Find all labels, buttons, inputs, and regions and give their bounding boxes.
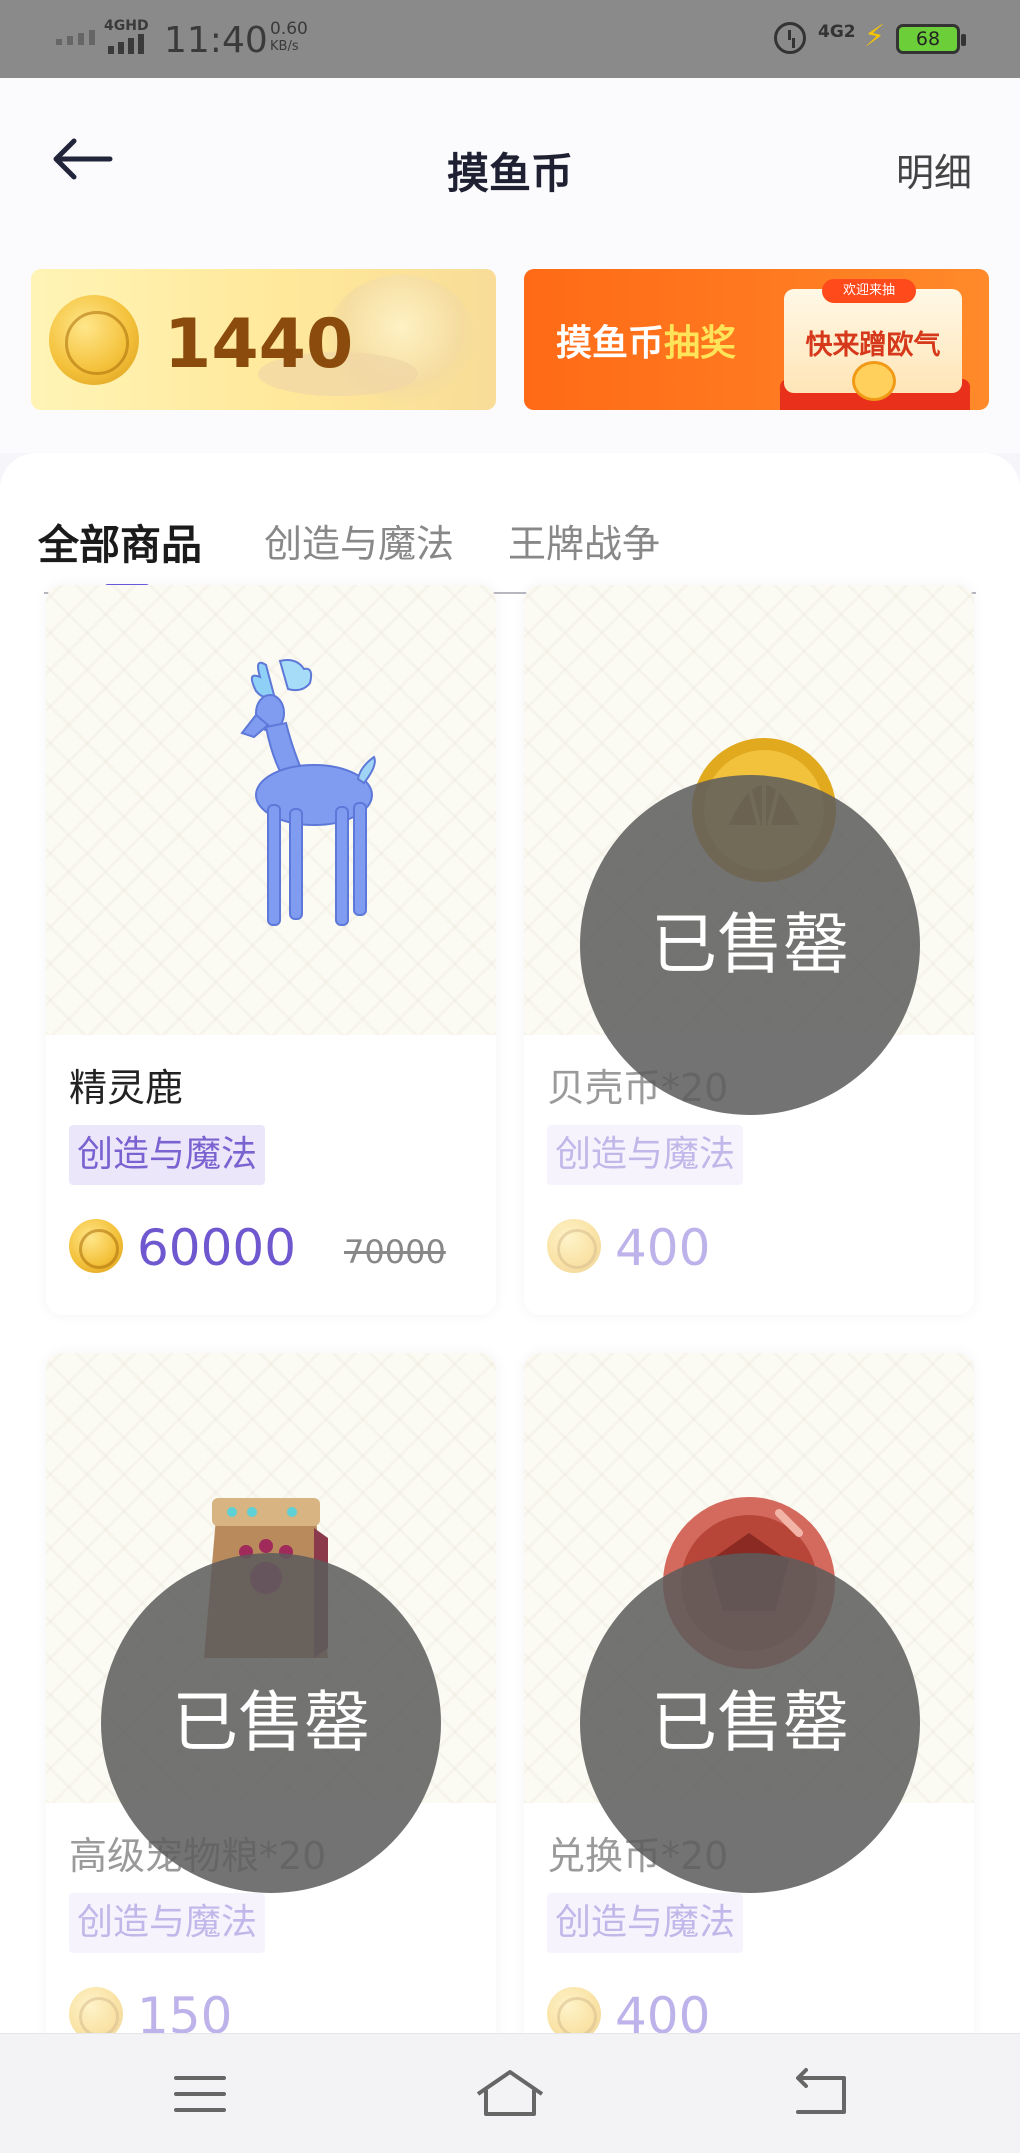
coin-balance: 1440 <box>164 305 354 384</box>
product-price: 400 <box>615 1987 711 2033</box>
coin-icon <box>69 1219 123 1273</box>
product-category-tag: 创造与魔法 <box>69 1125 266 1185</box>
lottery-title-part2: 抽奖 <box>664 323 737 364</box>
menu-button[interactable] <box>160 2064 240 2124</box>
banner-section: 1440 摸鱼币抽奖 欢迎来抽 快来蹭欧气 <box>0 228 1020 453</box>
product-original-price: 70000 <box>344 1233 446 1271</box>
product-price: 60000 <box>137 1219 297 1277</box>
product-section: 全部商品 创造与魔法 王牌战争 精灵鹿 创造与魔法 60000 70000 贝壳… <box>0 453 1020 2033</box>
product-category-tag: 创造与魔法 <box>547 1893 744 1953</box>
battery-indicator: 68 <box>896 24 966 54</box>
detail-link[interactable]: 明细 <box>896 142 972 197</box>
category-tabs: 全部商品 创造与魔法 王牌战争 <box>0 483 1020 594</box>
tab-ace-war[interactable]: 王牌战争 <box>508 513 660 568</box>
sold-out-badge: 已售罄 <box>580 1553 920 1893</box>
lottery-title: 摸鱼币抽奖 <box>556 314 736 366</box>
product-price: 400 <box>615 1219 711 1277</box>
lottery-card-text: 快来蹭欧气 <box>805 330 941 361</box>
coin-icon <box>547 1987 601 2033</box>
sold-out-badge: 已售罄 <box>101 1553 441 1893</box>
lottery-title-part1: 摸鱼币 <box>556 323 665 364</box>
tab-all-products[interactable]: 全部商品 <box>38 511 202 571</box>
alarm-icon <box>774 22 806 54</box>
charging-icon: ⚡ <box>864 19 886 54</box>
network-speed: 0.60 KB/s <box>270 20 308 56</box>
page-title: 摸鱼币 <box>446 149 573 198</box>
lottery-card: 欢迎来抽 快来蹭欧气 <box>784 279 962 401</box>
signal-icon-sim1 <box>56 30 95 45</box>
product-card[interactable]: 兑换币*20 创造与魔法 400 已售罄 <box>524 1353 974 2033</box>
system-nav-bar <box>0 2033 1020 2153</box>
lottery-card-tag: 欢迎来抽 <box>822 279 916 303</box>
menu-icon <box>174 2076 226 2112</box>
gift-icon <box>852 361 896 401</box>
network-type-right: 4G2 <box>818 22 856 42</box>
product-image <box>46 585 496 1035</box>
product-price: 150 <box>137 1987 233 2033</box>
product-category-tag: 创造与魔法 <box>69 1893 266 1953</box>
product-card[interactable]: 精灵鹿 创造与魔法 60000 70000 <box>46 585 496 1315</box>
network-speed-value: 0.60 <box>270 19 308 39</box>
sold-out-badge: 已售罄 <box>580 775 920 1115</box>
coin-icon <box>69 1987 123 2033</box>
product-card[interactable]: 高级宠物粮*20 创造与魔法 150 已售罄 <box>46 1353 496 2033</box>
balance-card: 1440 <box>31 269 496 410</box>
network-type: 4GHD <box>104 18 149 34</box>
return-icon <box>796 2068 846 2114</box>
tab-create-and-magic[interactable]: 创造与魔法 <box>264 513 454 568</box>
back-nav-button[interactable] <box>780 2064 860 2124</box>
network-speed-unit: KB/s <box>270 39 299 54</box>
coin-icon <box>547 1219 601 1273</box>
home-icon <box>476 2070 544 2116</box>
app-header: 摸鱼币 明细 <box>0 78 1020 228</box>
home-button[interactable] <box>470 2064 550 2124</box>
product-name: 精灵鹿 <box>69 1066 184 1110</box>
product-category-tag: 创造与魔法 <box>547 1125 744 1185</box>
signal-icon-sim2 <box>108 34 144 54</box>
coin-icon <box>49 295 139 385</box>
status-bar: 4GHD 11:40 0.60 KB/s 4G2 ⚡ 68 <box>0 0 1020 78</box>
status-time: 11:40 <box>164 20 268 61</box>
spirit-deer-image <box>240 659 376 926</box>
lottery-banner[interactable]: 摸鱼币抽奖 欢迎来抽 快来蹭欧气 <box>524 269 989 410</box>
product-card[interactable]: 贝壳币*20 创造与魔法 400 已售罄 <box>524 585 974 1315</box>
